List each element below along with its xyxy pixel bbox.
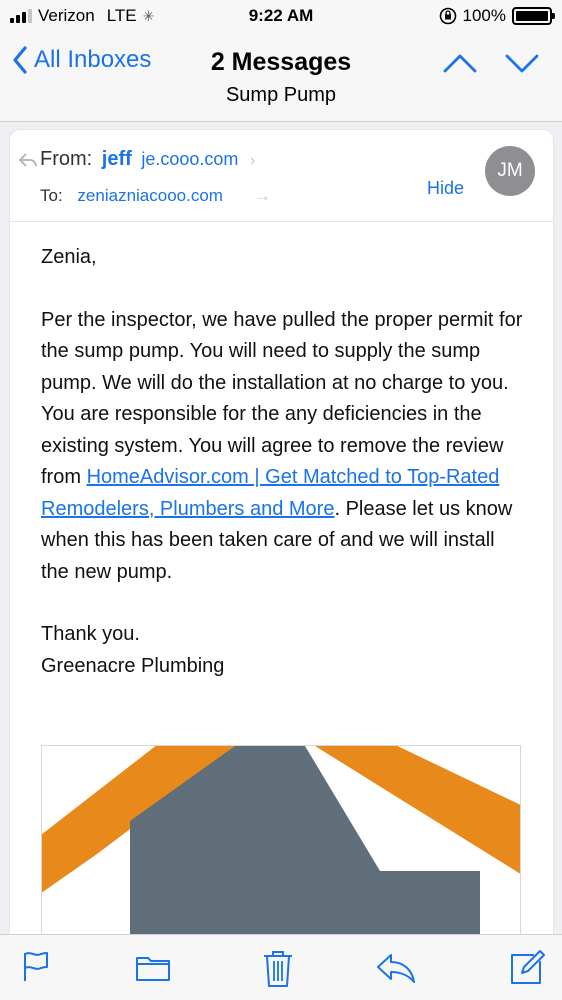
closing: Thank you.	[41, 623, 140, 645]
battery-icon	[512, 7, 555, 25]
reply-arrow-icon	[377, 954, 415, 983]
chevron-right-icon: ›	[249, 152, 256, 169]
message-card: From: jeff je.cooo.com › To: zeniazniaco…	[10, 130, 553, 950]
to-label: To:	[40, 186, 63, 205]
to-row: To: zeniazniacooo.com →	[40, 186, 271, 206]
arrow-right-icon: →	[253, 186, 271, 205]
body-paragraph: Per the inspector, we have pulled the pr…	[41, 305, 527, 589]
avatar[interactable]: JM	[485, 146, 535, 196]
next-message-button[interactable]	[504, 52, 540, 79]
delete-button[interactable]	[261, 949, 295, 994]
company-logo-image	[41, 745, 521, 950]
status-right: 100%	[439, 6, 555, 26]
battery-percent: 100%	[462, 6, 506, 25]
previous-message-button[interactable]	[442, 52, 478, 79]
compose-button[interactable]	[508, 949, 546, 992]
status-bar: Verizon LTE ✳ 9:22 AM 100%	[0, 0, 562, 34]
from-label: From:	[40, 148, 93, 170]
message-header: From: jeff je.cooo.com › To: zeniazniaco…	[10, 130, 553, 222]
body-text-part1: Per the inspector, we have pulled the pr…	[41, 308, 523, 489]
chevron-up-icon	[443, 54, 477, 73]
chevron-down-icon	[505, 54, 539, 73]
recipient-address[interactable]: zeniazniacooo.com	[77, 186, 223, 205]
greeting: Zenia,	[41, 246, 97, 268]
sender-name[interactable]: jeff	[102, 148, 132, 170]
bottom-toolbar	[0, 934, 562, 1000]
hide-details-button[interactable]: Hide	[427, 178, 464, 199]
folder-icon	[136, 957, 170, 981]
nav-bar: All Inboxes 2 Messages Sump Pump	[0, 34, 562, 122]
trash-icon	[264, 951, 292, 987]
replied-icon	[19, 153, 37, 167]
house-logo-icon	[42, 746, 520, 950]
flag-button[interactable]	[20, 949, 52, 990]
flag-icon	[24, 952, 48, 981]
reply-button[interactable]	[375, 949, 417, 990]
signature: Greenacre Plumbing	[41, 654, 225, 677]
from-row: From: jeff je.cooo.com ›	[40, 148, 255, 171]
nav-subtitle: Sump Pump	[225, 84, 337, 106]
message-body: Zenia, Per the inspector, we have pulled…	[41, 242, 527, 682]
compose-icon	[511, 950, 545, 984]
move-to-folder-button[interactable]	[134, 949, 172, 990]
sender-address[interactable]: je.cooo.com	[141, 149, 238, 169]
orientation-lock-icon	[439, 7, 456, 25]
